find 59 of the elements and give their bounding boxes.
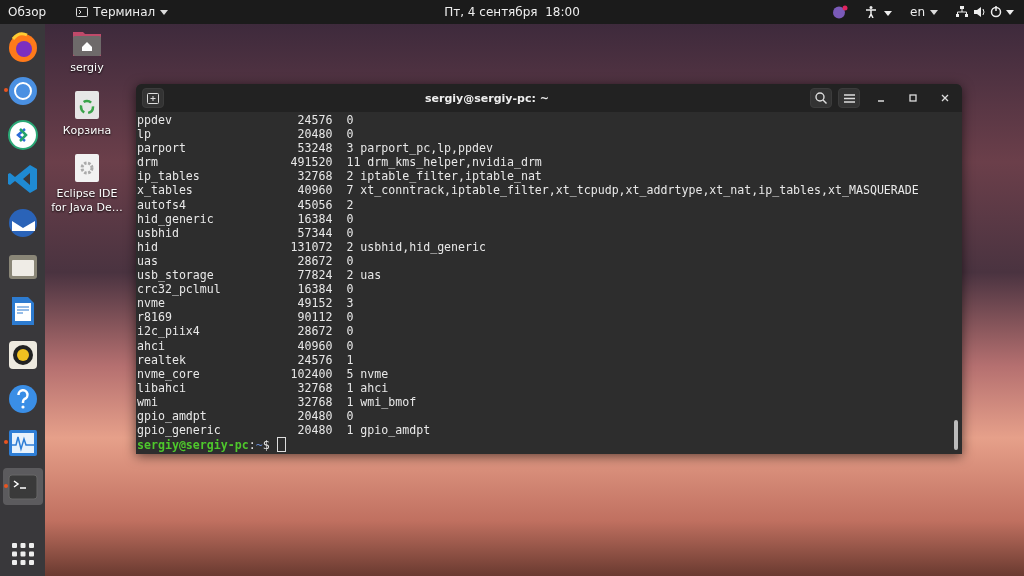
terminal-line: crc32_pclmul 16384 0 <box>137 282 355 297</box>
clock[interactable]: Пт, 4 сентября 18:00 <box>444 5 580 19</box>
caret-icon <box>160 9 169 15</box>
close-icon <box>941 94 949 102</box>
terminal-line: ip_tables 32768 2 iptable_filter,iptable_nat <box>137 169 543 184</box>
arrows-circle-icon <box>6 118 39 151</box>
new-tab-icon <box>147 92 159 104</box>
scrollbar[interactable] <box>954 420 958 450</box>
activities-button[interactable]: Обзор <box>8 5 47 19</box>
terminal-line: i2c_piix4 28672 0 <box>137 324 355 339</box>
desktop-icon-label[interactable]: Eclipse IDE for Java De… <box>49 187 125 215</box>
flame-globe-icon <box>6 30 39 63</box>
caret-icon <box>930 9 938 15</box>
ring-icon <box>6 74 39 107</box>
shell-prompt: sergiy@sergiy-pc:~$ <box>137 437 270 452</box>
terminal-line: drm 491520 11 drm_kms_helper,nvidia_drm <box>137 155 543 170</box>
new-tab-button[interactable] <box>142 88 164 108</box>
terminal-line: parport 53248 3 parport_pc,lp,ppdev <box>137 141 494 156</box>
terminal-line: hid 131072 2 usbhid,hid_generic <box>137 239 487 254</box>
system-status-icon[interactable] <box>956 6 1016 18</box>
maximize-icon <box>909 94 917 102</box>
question-icon <box>6 382 39 415</box>
speaker-icon <box>6 338 39 371</box>
terminal-line: uas 28672 0 <box>137 253 355 269</box>
terminal-line: usb_storage 77824 2 uas <box>137 268 383 283</box>
desktop-icon-label[interactable]: sergiy <box>49 61 125 75</box>
terminal-line: autofs4 45056 2 <box>137 197 355 212</box>
chat-icon[interactable] <box>832 5 848 19</box>
window-title: sergiy@sergiy-pc: ~ <box>424 91 550 105</box>
terminal-line: x_tables 40960 7 xt_conntrack,iptable_filter,xt_tcpudp,xt_addrtype,xt_nat,ip_tables,xt_MASQUERADE <box>137 183 920 198</box>
app-grid-icon <box>11 542 34 565</box>
terminal-line: realtek 24576 1 <box>137 352 355 367</box>
terminal-line: nvme 49152 3 <box>137 296 355 311</box>
ribbon-icon <box>6 162 39 195</box>
terminal-line: gpio_amdpt 20480 0 <box>137 408 355 424</box>
menu-button[interactable] <box>838 88 860 108</box>
text-cursor <box>276 437 286 453</box>
terminal-line: wmi 32768 1 wmi_bmof <box>137 394 418 409</box>
envelope-icon <box>6 206 39 239</box>
desktop-icon-label[interactable]: Корзина <box>49 124 125 138</box>
terminal-line: gpio_generic 20480 1 gpio_amdpt <box>137 423 432 438</box>
terminal-line: nvme_core 102400 5 nvme <box>137 366 390 381</box>
terminal-line: ahci 40960 0 <box>137 338 355 353</box>
menu-icon <box>843 93 855 103</box>
terminal-line: libahci 32768 1 ahci <box>137 380 390 395</box>
terminal-line: r8169 90112 0 <box>137 310 355 325</box>
terminal-line: lp 20480 0 <box>137 127 355 142</box>
terminal-line: ppdev 24576 0 <box>137 113 355 128</box>
running-indicator <box>3 440 8 444</box>
terminal-icon <box>76 7 89 17</box>
running-indicator <box>3 484 8 488</box>
running-indicator <box>3 88 8 92</box>
terminal-line: hid_generic 16384 0 <box>137 211 355 226</box>
terminal-line: usbhid 57344 0 <box>137 225 355 240</box>
search-icon <box>815 92 827 104</box>
search-button[interactable] <box>810 88 832 108</box>
accessibility-icon[interactable] <box>866 6 892 18</box>
app-menu[interactable]: Терминал <box>76 5 169 19</box>
keyboard-layout-menu[interactable]: en <box>910 5 938 19</box>
